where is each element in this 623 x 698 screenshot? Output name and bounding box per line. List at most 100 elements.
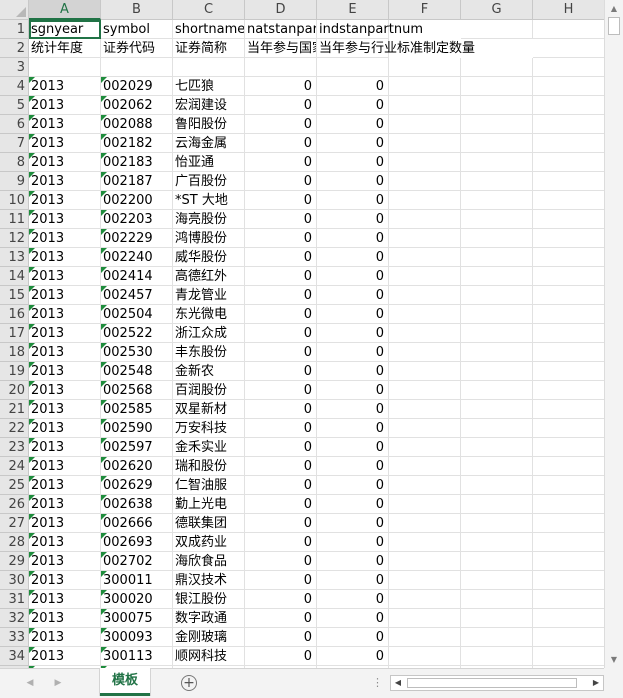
- column-header-h[interactable]: H: [533, 0, 604, 20]
- shortname-cell[interactable]: *ST 大地: [173, 191, 245, 210]
- symbol-cell[interactable]: 300075: [101, 609, 173, 628]
- row-header[interactable]: 3: [0, 58, 29, 77]
- symbol-cell[interactable]: 002504: [101, 305, 173, 324]
- empty-cell[interactable]: [389, 229, 461, 248]
- vertical-scroll-thumb[interactable]: [608, 17, 620, 35]
- empty-cell[interactable]: [461, 552, 533, 571]
- shortname-cell[interactable]: 德联集团: [173, 514, 245, 533]
- empty-cell[interactable]: [389, 628, 461, 647]
- natstanpartnum-cell[interactable]: 0: [245, 362, 317, 381]
- empty-cell[interactable]: [533, 305, 604, 324]
- indstanpartnum-cell[interactable]: 0: [317, 153, 389, 172]
- natstanpartnum-cell[interactable]: 0: [245, 438, 317, 457]
- empty-cell[interactable]: [533, 343, 604, 362]
- shortname-cell[interactable]: 双星新材: [173, 400, 245, 419]
- next-sheet-icon[interactable]: ▶: [50, 675, 66, 691]
- empty-cell[interactable]: [461, 590, 533, 609]
- symbol-cell[interactable]: 002088: [101, 115, 173, 134]
- shortname-cell[interactable]: 海亮股份: [173, 210, 245, 229]
- natstanpartnum-cell[interactable]: 0: [245, 609, 317, 628]
- empty-cell[interactable]: [461, 20, 533, 39]
- empty-cell[interactable]: [389, 457, 461, 476]
- empty-cell[interactable]: [461, 77, 533, 96]
- indstanpartnum-cell[interactable]: 0: [317, 248, 389, 267]
- column-header-d[interactable]: D: [245, 0, 317, 20]
- year-cell[interactable]: 2013: [29, 248, 101, 267]
- scroll-down-icon[interactable]: ▼: [605, 651, 623, 668]
- empty-cell[interactable]: [389, 362, 461, 381]
- indstanpartnum-cell[interactable]: 0: [317, 495, 389, 514]
- empty-cell[interactable]: [389, 533, 461, 552]
- year-cell[interactable]: 2013: [29, 77, 101, 96]
- symbol-cell[interactable]: 002182: [101, 134, 173, 153]
- empty-cell[interactable]: [461, 153, 533, 172]
- empty-cell[interactable]: [461, 267, 533, 286]
- year-cell[interactable]: 2013: [29, 229, 101, 248]
- field-label-cell[interactable]: 证券简称: [173, 39, 245, 58]
- year-cell[interactable]: 2013: [29, 153, 101, 172]
- field-name-cell[interactable]: shortname: [173, 20, 245, 39]
- shortname-cell[interactable]: 勤上光电: [173, 495, 245, 514]
- empty-cell[interactable]: [533, 438, 604, 457]
- year-cell[interactable]: 2013: [29, 96, 101, 115]
- year-cell[interactable]: 2013: [29, 419, 101, 438]
- empty-cell[interactable]: [533, 419, 604, 438]
- empty-cell[interactable]: [461, 248, 533, 267]
- symbol-cell[interactable]: 002240: [101, 248, 173, 267]
- shortname-cell[interactable]: 广百股份: [173, 172, 245, 191]
- year-cell[interactable]: 2013: [29, 286, 101, 305]
- empty-cell[interactable]: [389, 571, 461, 590]
- empty-cell[interactable]: [389, 305, 461, 324]
- empty-cell[interactable]: [533, 552, 604, 571]
- shortname-cell[interactable]: 银江股份: [173, 590, 245, 609]
- symbol-cell[interactable]: 002062: [101, 96, 173, 115]
- shortname-cell[interactable]: 丰东股份: [173, 343, 245, 362]
- year-cell[interactable]: 2013: [29, 476, 101, 495]
- natstanpartnum-cell[interactable]: 0: [245, 324, 317, 343]
- empty-cell[interactable]: [389, 476, 461, 495]
- shortname-cell[interactable]: 金新农: [173, 362, 245, 381]
- row-header[interactable]: 34: [0, 647, 29, 666]
- year-cell[interactable]: 2013: [29, 267, 101, 286]
- year-cell[interactable]: 2013: [29, 381, 101, 400]
- indstanpartnum-cell[interactable]: 0: [317, 134, 389, 153]
- empty-cell[interactable]: [461, 115, 533, 134]
- indstanpartnum-cell[interactable]: 0: [317, 324, 389, 343]
- row-header[interactable]: 26: [0, 495, 29, 514]
- shortname-cell[interactable]: 宏润建设: [173, 96, 245, 115]
- indstanpartnum-cell[interactable]: 0: [317, 438, 389, 457]
- field-name-cell[interactable]: sgnyear: [29, 20, 101, 39]
- empty-cell[interactable]: [461, 419, 533, 438]
- empty-cell[interactable]: [389, 96, 461, 115]
- row-header[interactable]: 8: [0, 153, 29, 172]
- year-cell[interactable]: 2013: [29, 590, 101, 609]
- empty-cell[interactable]: [533, 609, 604, 628]
- empty-cell[interactable]: [461, 609, 533, 628]
- row-header[interactable]: 22: [0, 419, 29, 438]
- empty-cell[interactable]: [461, 191, 533, 210]
- empty-cell[interactable]: [389, 590, 461, 609]
- indstanpartnum-cell[interactable]: 0: [317, 267, 389, 286]
- row-header[interactable]: 9: [0, 172, 29, 191]
- empty-cell[interactable]: [533, 172, 604, 191]
- tab-split-handle-icon[interactable]: ⋮: [372, 676, 384, 689]
- empty-cell[interactable]: [533, 58, 604, 77]
- shortname-cell[interactable]: 青龙管业: [173, 286, 245, 305]
- indstanpartnum-cell[interactable]: 0: [317, 552, 389, 571]
- row-header[interactable]: 32: [0, 609, 29, 628]
- empty-cell[interactable]: [461, 210, 533, 229]
- year-cell[interactable]: 2013: [29, 343, 101, 362]
- indstanpartnum-cell[interactable]: 0: [317, 590, 389, 609]
- empty-cell[interactable]: [389, 381, 461, 400]
- shortname-cell[interactable]: 东光微电: [173, 305, 245, 324]
- symbol-cell[interactable]: 002457: [101, 286, 173, 305]
- column-header-c[interactable]: C: [173, 0, 245, 20]
- empty-cell[interactable]: [533, 590, 604, 609]
- empty-cell[interactable]: [533, 229, 604, 248]
- empty-cell[interactable]: [461, 362, 533, 381]
- empty-cell[interactable]: [173, 58, 245, 77]
- symbol-cell[interactable]: 002585: [101, 400, 173, 419]
- year-cell[interactable]: 2013: [29, 457, 101, 476]
- row-header[interactable]: 21: [0, 400, 29, 419]
- empty-cell[interactable]: [389, 210, 461, 229]
